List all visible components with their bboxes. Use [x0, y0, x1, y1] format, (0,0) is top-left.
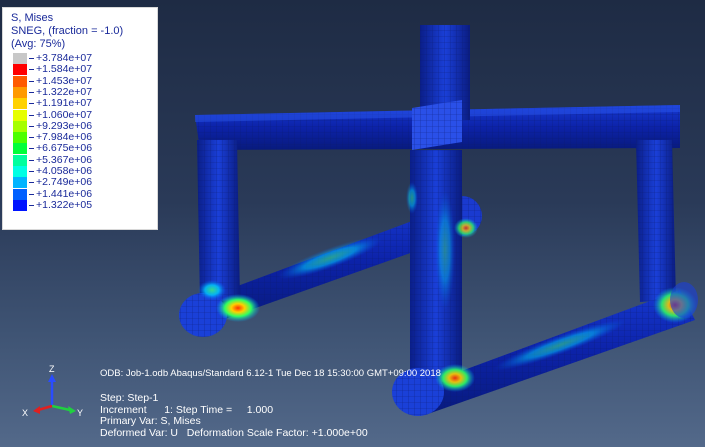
legend-level-label: +1.322e+05 — [36, 198, 93, 211]
legend-swatch — [13, 109, 27, 121]
legend-tick — [29, 91, 34, 93]
legend-level-label: +1.584e+07 — [36, 63, 93, 76]
legend-tick — [29, 103, 34, 105]
legend-tick — [29, 148, 34, 150]
legend-level-label: +1.191e+07 — [36, 97, 93, 110]
legend-tick — [29, 171, 34, 172]
step-info: Step: Step-1 Increment 1: Step Time = 1.… — [100, 392, 368, 439]
legend-swatch — [13, 132, 27, 144]
legend-title: S, Mises — [11, 12, 54, 24]
deformed-var-line: Deformed Var: U Deformation Scale Factor… — [100, 426, 368, 439]
legend-tick — [29, 69, 34, 71]
axis-y-label: Y — [77, 408, 83, 418]
legend-swatch — [13, 120, 27, 132]
legend-swatch — [13, 166, 27, 177]
legend-swatch — [13, 64, 27, 76]
primary-var-line: Primary Var: S, Mises — [100, 415, 201, 427]
legend-tick — [29, 137, 34, 139]
legend-swatch — [13, 188, 27, 200]
legend-tick — [29, 58, 34, 59]
legend-level-label: +2.749e+06 — [36, 176, 93, 189]
legend-tick — [29, 193, 34, 195]
legend-swatch — [13, 75, 27, 87]
legend-swatch — [13, 199, 27, 211]
legend-swatch — [13, 53, 27, 64]
contour-legend: S, Mises SNEG, (fraction = -1.0) (Avg: 7… — [2, 7, 158, 230]
legend-avg: (Avg: 75%) — [11, 38, 66, 50]
legend-swatch — [13, 98, 27, 110]
legend-level-label: +1.441e+06 — [36, 187, 93, 200]
legend-tick — [29, 159, 34, 161]
legend-level-label: +6.675e+06 — [36, 142, 93, 155]
legend-tick — [29, 182, 34, 184]
odb-info-line: ODB: Job-1.odb Abaqus/Standard 6.12-1 Tu… — [100, 368, 441, 379]
legend-swatch — [13, 177, 27, 189]
legend-tick — [29, 114, 34, 116]
legend-swatch — [13, 86, 27, 98]
legend-tick — [29, 125, 34, 127]
legend-level-label: +1.060e+07 — [36, 108, 93, 121]
legend-level-label: +1.453e+07 — [36, 74, 93, 87]
step-line: Step: Step-1 — [100, 392, 159, 404]
legend-tick — [29, 204, 34, 206]
frame-structure — [179, 25, 698, 416]
axis-triad-icon: Z Y X — [22, 364, 83, 418]
axis-x-label: X — [22, 408, 28, 418]
legend-tick — [29, 80, 34, 82]
legend-swatch — [13, 143, 27, 155]
legend-sneg: SNEG, (fraction = -1.0) — [11, 25, 124, 37]
axis-z-label: Z — [49, 364, 55, 374]
legend-swatch — [13, 154, 27, 166]
